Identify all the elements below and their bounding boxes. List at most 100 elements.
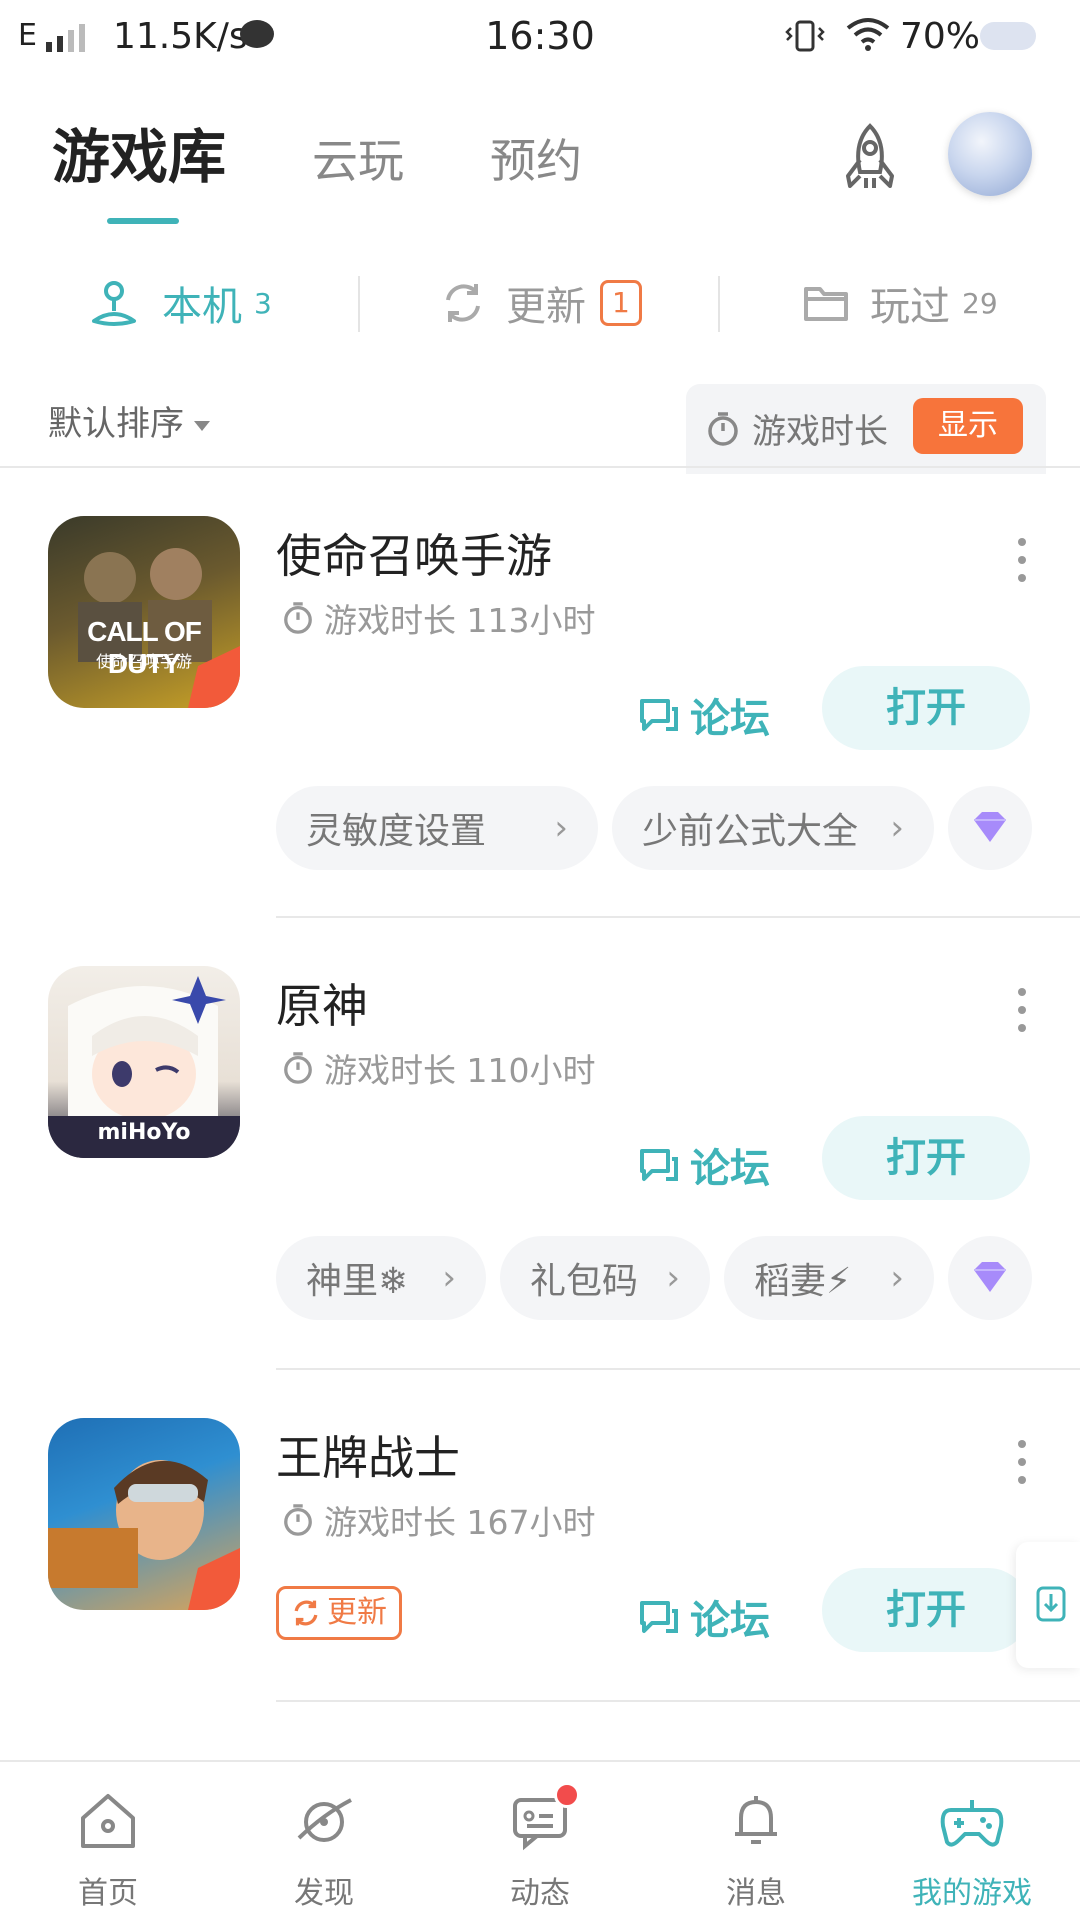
local-device-icon (92, 281, 136, 326)
forum-icon (640, 1149, 678, 1181)
game-card-ace-warrior: 王牌战士 游戏时长 167小时 更新 论坛 打开 (0, 1370, 1080, 1700)
game-icon-ace-warrior[interactable] (48, 1418, 240, 1610)
tab-game-library[interactable]: 游戏库 (52, 110, 226, 194)
forum-label: 论坛 (690, 1598, 770, 1644)
show-playtime-button[interactable]: 显示 (913, 398, 1023, 454)
vibrate-icon (785, 20, 825, 52)
tab-reservation[interactable]: 预约 (490, 125, 582, 191)
filter-played-count: 29 (962, 286, 998, 320)
mihoyo-logo-text: miHoYo (97, 1120, 191, 1145)
tab-indicator (107, 218, 179, 224)
filter-local-label: 本机 (162, 284, 242, 330)
filter-update[interactable]: 更新 1 (440, 258, 642, 348)
avatar[interactable] (948, 112, 1032, 196)
sort-label: 默认排序 (48, 404, 184, 444)
game-card-cod: CALL OF DUTY 使命召唤手游 使命召唤手游 游戏时长 113小时 论坛… (0, 468, 1080, 918)
chevron-right-icon: › (666, 1258, 680, 1298)
more-options-icon[interactable] (1018, 538, 1026, 592)
diamond-icon (974, 812, 1006, 842)
forum-button[interactable]: 论坛 (638, 1136, 770, 1194)
battery-icon (980, 22, 1036, 50)
open-button[interactable]: 打开 (822, 1568, 1030, 1652)
gem-button[interactable] (948, 1236, 1032, 1320)
filter-local-count: 3 (254, 286, 272, 320)
forum-label: 论坛 (690, 696, 770, 742)
chevron-right-icon: › (442, 1258, 456, 1298)
forum-icon (640, 699, 678, 731)
wifi-icon (846, 18, 890, 51)
home-icon (81, 1794, 135, 1848)
tab-cloud-play[interactable]: 云玩 (312, 125, 404, 191)
nav-my-games[interactable]: 我的游戏 (864, 1762, 1080, 1922)
gamepad-icon (940, 1800, 1004, 1847)
chip-label: 灵敏度设置 (306, 811, 487, 852)
filter-played[interactable]: 玩过 29 (802, 258, 998, 348)
nav-discover[interactable]: 发现 (216, 1762, 432, 1922)
divider (276, 1700, 1080, 1702)
forum-button[interactable]: 论坛 (638, 1588, 770, 1646)
open-button[interactable]: 打开 (822, 1116, 1030, 1200)
sort-dropdown[interactable]: 默认排序 (48, 396, 210, 445)
filter-divider (358, 276, 360, 332)
chip-label: 神里❄ (306, 1261, 409, 1302)
filter-played-label: 玩过 (870, 284, 950, 330)
nav-label: 发现 (294, 1876, 354, 1911)
chevron-right-icon: › (890, 808, 904, 848)
timer-icon (284, 1504, 312, 1536)
filter-update-label: 更新 (506, 284, 586, 330)
timer-icon (284, 602, 312, 634)
chevron-right-icon: › (554, 808, 568, 848)
game-playtime: 游戏时长 110小时 (282, 1044, 595, 1092)
nav-home[interactable]: 首页 (0, 1762, 216, 1922)
nav-label: 动态 (510, 1876, 570, 1911)
game-icon-cod[interactable]: CALL OF DUTY 使命召唤手游 (48, 516, 240, 708)
battery-percent: 70% (900, 16, 981, 57)
game-name: 使命召唤手游 (276, 529, 552, 583)
more-options-icon[interactable] (1018, 1440, 1026, 1494)
open-button[interactable]: 打开 (822, 666, 1030, 750)
cod-logo-subtext: 使命召唤手游 (95, 652, 192, 671)
diamond-icon (974, 1262, 1006, 1292)
bell-icon (735, 1796, 777, 1844)
game-playtime-text: 游戏时长 167小时 (324, 1503, 596, 1542)
chip-link[interactable]: 礼包码 › (500, 1236, 710, 1320)
download-icon (1036, 1586, 1066, 1622)
game-name: 王牌战士 (276, 1431, 460, 1485)
nav-feed[interactable]: 动态 (432, 1762, 648, 1922)
forum-button[interactable]: 论坛 (638, 686, 770, 744)
game-name: 原神 (276, 979, 368, 1033)
chip-link[interactable]: 少前公式大全 › (612, 786, 934, 870)
floating-side-button[interactable] (1016, 1542, 1080, 1668)
chip-label: 少前公式大全 (642, 811, 859, 852)
game-playtime-text: 游戏时长 110小时 (324, 1051, 596, 1090)
gem-button[interactable] (948, 786, 1032, 870)
chip-label: 礼包码 (530, 1261, 639, 1302)
forum-icon (640, 1601, 678, 1633)
chip-link[interactable]: 稻妻⚡ › (724, 1236, 934, 1320)
status-bar: E 11.5K/s 16:30 70% (0, 0, 1080, 76)
filter-local[interactable]: 本机 3 (88, 258, 272, 348)
planet-icon (297, 1798, 352, 1842)
refresh-icon (294, 1600, 318, 1626)
rocket-icon[interactable] (832, 120, 908, 196)
game-playtime: 游戏时长 113小时 (282, 594, 595, 642)
chevron-down-icon (194, 420, 210, 431)
update-count-badge: 1 (600, 280, 642, 326)
update-label: 更新 (327, 1595, 387, 1630)
nav-label: 消息 (726, 1876, 786, 1911)
more-options-icon[interactable] (1018, 988, 1026, 1042)
chip-link[interactable]: 神里❄ › (276, 1236, 486, 1320)
nav-messages[interactable]: 消息 (648, 1762, 864, 1922)
bottom-nav: 首页 发现 动态 消息 我的游戏 (0, 1760, 1080, 1922)
update-badge[interactable]: 更新 (276, 1586, 402, 1640)
chevron-right-icon: › (890, 1258, 904, 1298)
game-playtime: 游戏时长 167小时 (282, 1496, 595, 1544)
game-card-genshin: miHoYo 原神 游戏时长 110小时 论坛 打开 神里❄ › 礼包码 › 稻妻⚡… (0, 918, 1080, 1368)
folder-icon (804, 287, 848, 321)
chip-link[interactable]: 灵敏度设置 › (276, 786, 598, 870)
game-icon-genshin[interactable]: miHoYo (48, 966, 240, 1158)
playtime-label: 游戏时长 (752, 412, 888, 452)
refresh-icon (446, 284, 480, 322)
nav-label: 我的游戏 (912, 1876, 1032, 1911)
playtime-toggle[interactable]: 游戏时长 (706, 404, 888, 453)
